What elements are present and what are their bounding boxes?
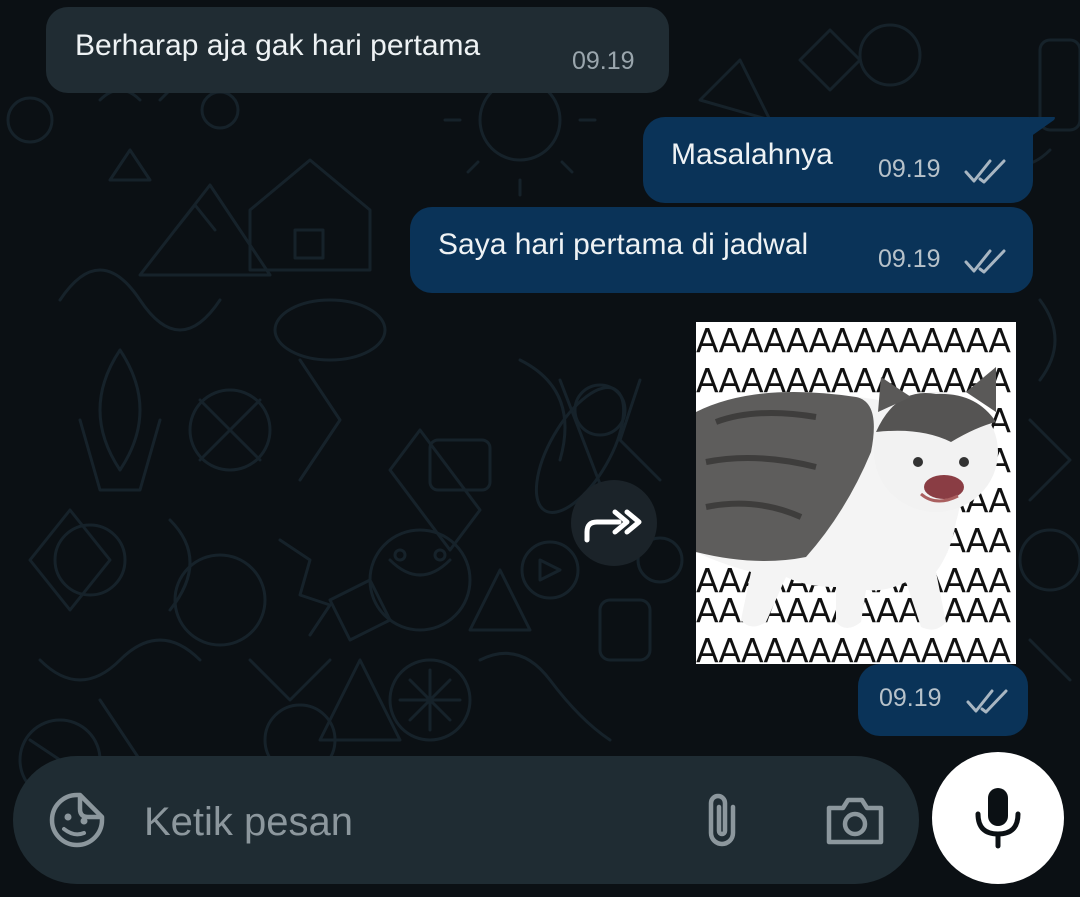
svg-text:AAAAAAAAAAAAAA: AAAAAAAAAAAAAA <box>696 361 1011 400</box>
voice-record-button[interactable] <box>932 752 1064 884</box>
svg-text:AAAAAAAAAAAAAA: AAAAAAAAAAAAAA <box>696 631 1011 664</box>
read-ticks-icon <box>964 249 1006 274</box>
bubble-tail <box>1030 117 1055 137</box>
message-composer: Ketik pesan <box>13 756 919 884</box>
message-text: Masalahnya <box>671 138 833 171</box>
paperclip-icon[interactable] <box>699 789 745 851</box>
message-time: 09.19 <box>572 47 635 75</box>
message-input[interactable]: Ketik pesan <box>144 800 353 845</box>
svg-text:AAAAAAAAAAAAAA: AAAAAAAAAAAAAA <box>696 322 1011 360</box>
microphone-icon <box>975 788 1021 849</box>
sticker-time-pill: 09.19 <box>858 664 1028 736</box>
message-time: 09.19 <box>878 245 941 273</box>
message-time: 09.19 <box>878 155 941 183</box>
message-text: Saya hari pertama di jadwal <box>438 228 809 261</box>
screaming-cat-sticker: AAAAAAAAAAAAAA AAAAAAAAAAAAAA AAAAAAAAAA… <box>696 322 1012 664</box>
message-text: Berharap aja gak hari pertama <box>75 29 481 62</box>
sticker-image[interactable]: AAAAAAAAAAAAAA AAAAAAAAAAAAAA AAAAAAAAAA… <box>696 322 1016 664</box>
message-bubble-incoming[interactable]: Berharap aja gak hari pertama 09.19 <box>46 7 669 93</box>
message-bubble-outgoing[interactable]: Masalahnya 09.19 <box>643 117 1033 203</box>
message-time: 09.19 <box>879 684 942 712</box>
camera-icon[interactable] <box>825 794 885 846</box>
read-ticks-icon <box>966 689 1008 714</box>
sticker-icon[interactable] <box>48 791 106 849</box>
forward-icon <box>584 509 642 543</box>
forward-button[interactable] <box>571 480 657 566</box>
read-ticks-icon <box>964 159 1006 184</box>
message-bubble-outgoing[interactable]: Saya hari pertama di jadwal 09.19 <box>410 207 1033 293</box>
